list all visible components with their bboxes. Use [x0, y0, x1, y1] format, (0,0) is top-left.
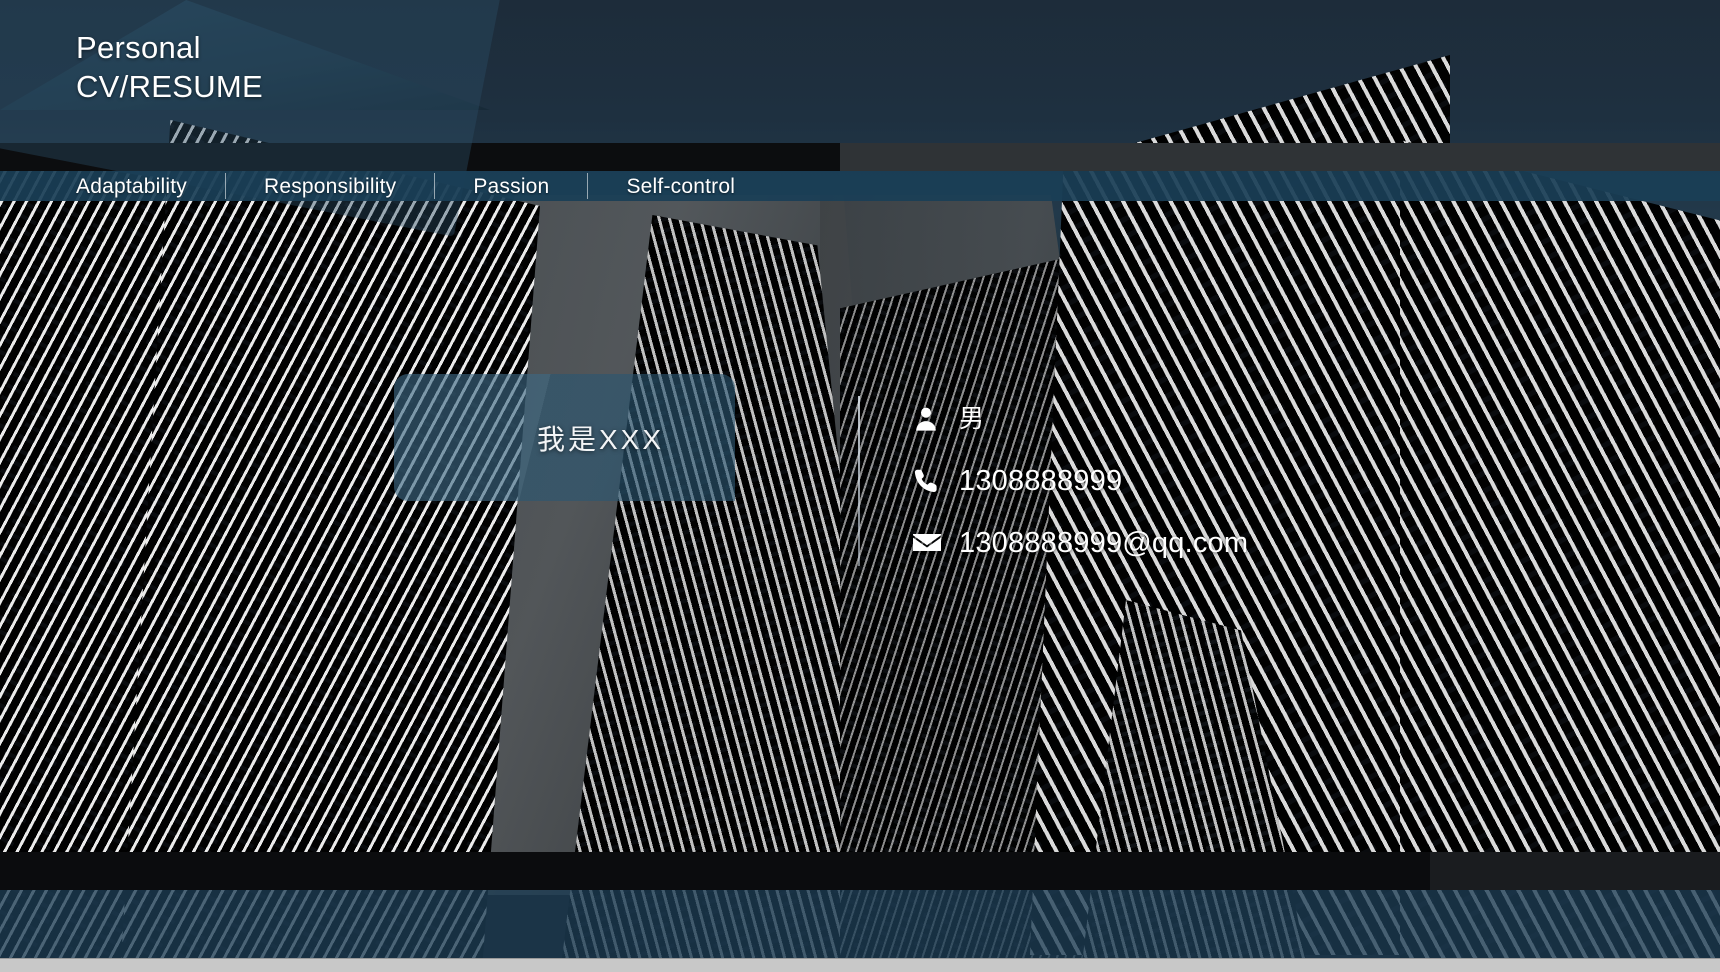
nav-item-adaptability[interactable]: Adaptability [76, 176, 187, 197]
nav-separator-2 [434, 173, 436, 199]
contact-row-email: 1308888999@qq.com [912, 519, 1248, 567]
page-title: Personal CV/RESUME [76, 28, 263, 106]
contact-row-gender: 男 [912, 395, 1248, 443]
navigation-bar: Adaptability Responsibility Passion Self… [0, 171, 1720, 201]
contact-value-gender: 男 [959, 404, 985, 433]
resume-slide: Personal CV/RESUME Adaptability Responsi… [0, 0, 1720, 972]
bottom-blue-band [0, 890, 1720, 958]
nav-item-passion[interactable]: Passion [473, 176, 549, 197]
title-line-1: Personal [76, 30, 201, 65]
nav-item-self-control[interactable]: Self-control [626, 176, 735, 197]
title-line-2: CV/RESUME [76, 69, 264, 104]
navigation-items: Adaptability Responsibility Passion Self… [0, 161, 735, 211]
bottom-grey-strip [0, 958, 1720, 972]
skyscraper-right-far [1400, 140, 1720, 970]
phone-icon [912, 466, 946, 496]
contact-value-email: 1308888999@qq.com [959, 526, 1249, 559]
nav-item-responsibility[interactable]: Responsibility [264, 176, 396, 197]
contact-value-phone: 1308888999 [959, 464, 1123, 497]
name-card[interactable]: 我是XXX [394, 374, 735, 501]
contact-info-list: 男 1308888999 1308888999@qq.com [912, 395, 1248, 567]
envelope-icon [912, 528, 946, 558]
nav-separator-3 [587, 173, 589, 199]
bottom-dark-band-right [1430, 852, 1720, 890]
nav-separator-1 [224, 173, 226, 199]
vertical-divider [858, 396, 860, 566]
person-icon [912, 404, 946, 434]
skyscraper-left-main [120, 120, 540, 972]
contact-row-phone: 1308888999 [912, 457, 1248, 505]
name-card-text: 我是XXX [536, 423, 665, 455]
